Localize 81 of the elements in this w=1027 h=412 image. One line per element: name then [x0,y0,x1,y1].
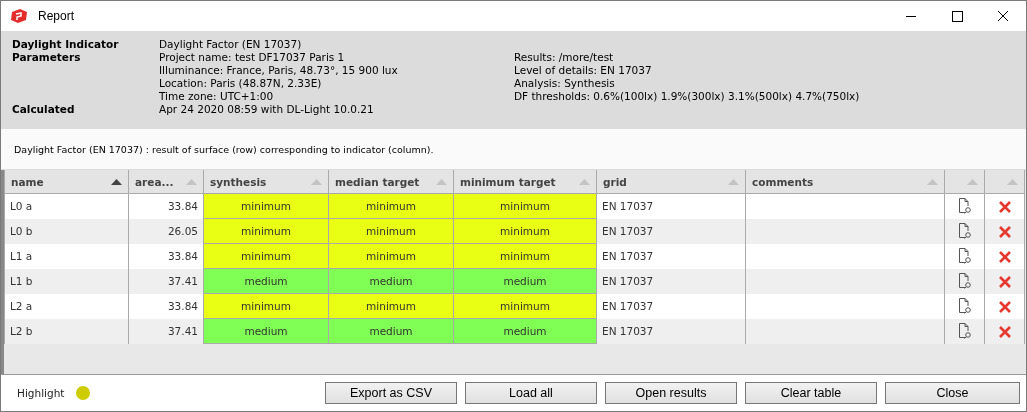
delete-icon[interactable] [998,225,1011,238]
table-cell: EN 17037 [596,268,746,294]
parameter-text: Time zone: UTC+1:00 [159,90,275,103]
info-label: Daylight Indicator [12,38,120,51]
table-cell: L0 b [4,218,129,244]
sort-arrow-icon [111,178,122,185]
result-cell: minimum [203,243,329,269]
parameter-text: Results: /more/test [514,51,615,64]
result-cell: minimum [328,218,454,244]
parameter-text: DF thresholds: 0.6%(100lx) 1.9%(300lx) 3.1%(500lx) 4.7%(750lx) [514,90,861,103]
result-cell: medium [203,268,329,294]
dialog-button[interactable]: Load all [465,382,597,404]
table-cell: L2 b [4,318,129,344]
sort-arrow-icon [186,178,197,185]
sort-arrow-icon [967,178,978,185]
table-cell: L0 a [4,193,129,219]
document-search-icon[interactable] [957,298,972,314]
column-header[interactable]: grid [596,170,746,194]
document-search-icon[interactable] [957,223,972,239]
result-cell: minimum [203,218,329,244]
table-cell: EN 17037 [596,193,746,219]
sort-arrow-icon [436,178,447,185]
result-cell: minimum [453,293,597,319]
document-search-icon[interactable] [957,273,972,289]
info-label: Calculated [12,103,76,116]
table-cell: L1 b [4,268,129,294]
result-cell: medium [328,268,454,294]
delete-icon[interactable] [998,200,1011,213]
result-cell: medium [453,318,597,344]
sort-arrow-icon [728,178,739,185]
result-cell: minimum [453,218,597,244]
sort-arrow-icon [1007,178,1018,185]
delete-icon[interactable] [998,250,1011,263]
parameter-text: Level of details: EN 17037 [514,64,653,77]
app-logo-icon [10,8,28,24]
table-cell: L1 a [4,243,129,269]
result-cell: minimum [453,243,597,269]
dialog-button[interactable]: Clear table [745,382,877,404]
parameter-text: Location: Paris (48.87N, 2.33E) [159,77,323,90]
result-cell: minimum [453,193,597,219]
sort-arrow-icon [927,178,938,185]
description-text: Daylight Factor (EN 17037) : result of surface (row) corresponding to indicator (column). [14,143,434,155]
parameter-text: Analysis: Synthesis [514,77,616,90]
column-header[interactable]: synthesis [203,170,329,194]
delete-icon[interactable] [998,275,1011,288]
column-header[interactable]: area... [128,170,204,194]
parameter-text: Project name: test DF17037 Paris 1 [159,51,346,64]
sort-arrow-icon [579,178,590,185]
info-label: Parameters [12,51,82,65]
dialog-button[interactable]: Export as CSV [325,382,457,404]
window-title: Report [38,9,75,23]
table-cell: EN 17037 [596,293,746,319]
dialog-button[interactable]: Open results [605,382,737,404]
delete-icon[interactable] [998,300,1011,313]
result-cell: minimum [203,293,329,319]
parameter-text: Illuminance: France, Paris, 48.73°, 15 900 lux [159,64,399,77]
table-cell: EN 17037 [596,218,746,244]
table-cell: L2 a [4,293,129,319]
highlight-dot[interactable] [76,386,91,400]
result-cell: medium [203,318,329,344]
column-header[interactable]: name [4,170,129,194]
result-cell: medium [328,318,454,344]
result-cell: minimum [328,243,454,269]
sort-arrow-icon [311,178,322,185]
document-search-icon[interactable] [957,198,972,215]
document-search-icon[interactable] [957,248,972,264]
table-cell: EN 17037 [596,243,746,269]
result-cell: medium [453,268,597,294]
info-value: Daylight Factor (EN 17037) [159,38,303,51]
info-value: Apr 24 2020 08:59 with DL-Light 10.0.21 [159,103,375,116]
result-cell: minimum [328,193,454,219]
result-cell: minimum [203,193,329,219]
dialog-button[interactable]: Close [885,382,1020,404]
column-header[interactable]: minimum target [453,170,597,194]
highlight-label: Highlight [17,387,65,399]
column-header[interactable]: comments [745,170,945,194]
document-search-icon[interactable] [957,323,972,339]
table-cell: EN 17037 [596,318,746,344]
column-header[interactable]: median target [328,170,454,194]
delete-icon[interactable] [998,325,1011,338]
result-cell: minimum [328,293,454,319]
